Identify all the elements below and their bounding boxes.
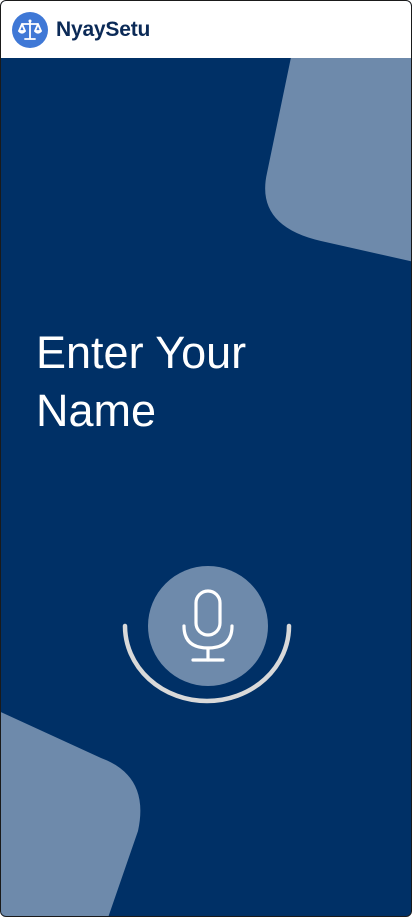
phone-frame: NyaySetu Enter Your Name [0,0,412,917]
background-decor [1,58,411,916]
decor-shape-bottom-left [1,712,141,916]
voice-input-area [121,563,293,705]
app-header: NyaySetu [1,1,411,58]
app-logo [12,11,48,48]
microphone-icon [182,589,234,662]
decor-shape-top-right [265,58,411,262]
page-title: Enter Your Name [36,327,247,436]
mic-button[interactable] [148,566,268,686]
scales-of-justice-icon [18,19,42,40]
brand-name: NyaySetu [56,17,151,41]
main-content: Enter Your Name [1,58,411,916]
